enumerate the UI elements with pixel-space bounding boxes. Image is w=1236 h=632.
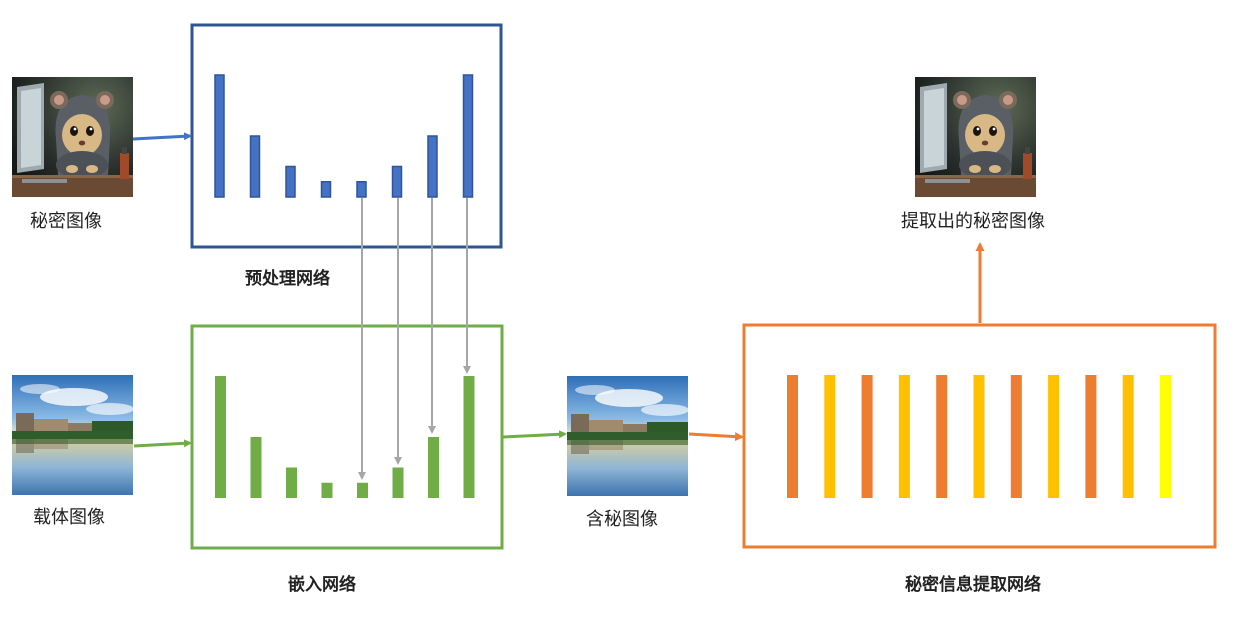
preprocess-bar-4 (320, 181, 332, 198)
embedding-bar-4 (321, 482, 333, 498)
extraction-network-label: 秘密信息提取网络 (905, 575, 1041, 595)
embedding-network-box (190, 324, 504, 550)
preprocess-bar-3 (285, 165, 296, 198)
extraction-bars (787, 375, 1171, 498)
embedding-bars (215, 376, 475, 498)
extraction-bar-9 (1085, 375, 1097, 498)
preprocess-network-box (190, 23, 503, 249)
extracted-secret-image (915, 77, 1036, 197)
stego-to-extraction-arrow (688, 432, 744, 442)
secret-image-label: 秘密图像 (30, 211, 102, 232)
preprocess-bar-5 (356, 181, 367, 198)
preprocess-bars (214, 74, 474, 198)
carrier-image-label: 载体图像 (33, 507, 105, 528)
extraction-bar-5 (936, 375, 948, 498)
extraction-bar-2 (824, 375, 836, 498)
stego-image-label: 含秘图像 (586, 509, 658, 530)
extraction-bar-1 (787, 375, 798, 498)
carrier-image (12, 375, 133, 495)
carrier-to-embedding-arrow (133, 439, 192, 448)
diagram-canvas (132, 23, 1217, 550)
preprocess-bar-8 (462, 74, 474, 198)
extraction-bar-3 (861, 375, 873, 498)
preprocess-bar-7 (427, 135, 438, 198)
extraction-bar-10 (1122, 375, 1134, 498)
extraction-bar-7 (1010, 375, 1022, 498)
secret-to-preprocess-arrow (132, 132, 192, 141)
embedding-bar-1 (215, 376, 226, 498)
stego-image (567, 376, 688, 496)
extracted-image-label: 提取出的秘密图像 (901, 211, 1045, 232)
secret-image (12, 77, 133, 197)
preprocess-bar-6 (391, 165, 403, 198)
extraction-bar-4 (898, 375, 910, 498)
embedding-bar-8 (463, 376, 475, 498)
steganography-diagram: 秘密图像 载体图像 含秘图像 提取出的秘密图像 预处理网络 嵌入网络 秘密信息提… (0, 0, 1236, 632)
embedding-bar-7 (428, 437, 439, 498)
embedding-network-label: 嵌入网络 (288, 575, 356, 595)
preprocess-bar-2 (249, 135, 261, 198)
embedding-bar-5 (357, 482, 368, 498)
extraction-bar-6 (973, 375, 985, 498)
extraction-bar-8 (1048, 375, 1060, 498)
embedding-bar-3 (286, 467, 297, 498)
embedding-bar-2 (250, 437, 262, 498)
embedding-bar-6 (392, 467, 404, 498)
preprocess-bar-1 (214, 74, 225, 198)
embedding-to-stego-arrow (502, 430, 567, 439)
preprocess-network-label: 预处理网络 (245, 269, 330, 289)
extraction-bar-11 (1160, 375, 1171, 498)
